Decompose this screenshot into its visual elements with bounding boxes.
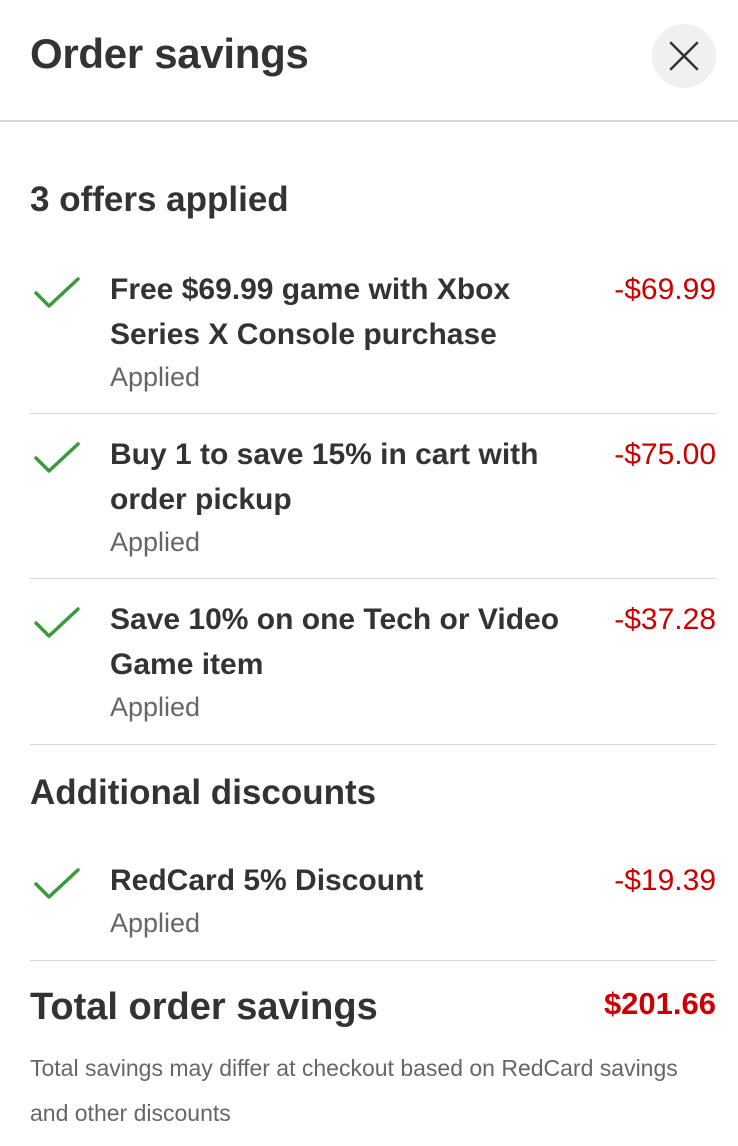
offer-title: Save 10% on one Tech or Video Game item <box>110 603 560 681</box>
dialog-header: Order savings <box>0 0 738 122</box>
total-savings-label: Total order savings <box>30 986 378 1028</box>
offer-amount: -$69.99 <box>614 273 716 306</box>
close-icon <box>669 41 699 71</box>
dialog-title: Order savings <box>30 30 309 77</box>
checkmark-icon <box>34 277 80 308</box>
offer-title: Free $69.99 game with Xbox Series X Cons… <box>110 273 511 351</box>
discount-status: Applied <box>110 908 201 938</box>
offer-status: Applied <box>110 527 201 557</box>
total-savings-amount: $201.66 <box>603 986 716 1021</box>
offer-amount: -$75.00 <box>614 438 716 471</box>
additional-discounts-heading: Additional discounts <box>30 773 377 812</box>
offer-item: Save 10% on one Tech or Video Game item … <box>30 597 716 745</box>
discount-item: RedCard 5% Discount Applied -$19.39 <box>30 858 716 961</box>
checkmark-icon <box>34 607 80 638</box>
offers-applied-heading: 3 offers applied <box>30 180 289 219</box>
offer-title: Buy 1 to save 15% in cart with order pic… <box>110 438 539 516</box>
offer-status: Applied <box>110 692 201 722</box>
offer-amount: -$37.28 <box>614 603 716 636</box>
order-savings-dialog: Order savings 3 offers applied Free $69.… <box>0 0 738 1146</box>
savings-disclaimer: Total savings may differ at checkout bas… <box>30 1055 678 1126</box>
offer-item: Free $69.99 game with Xbox Series X Cons… <box>30 267 716 414</box>
checkmark-icon <box>34 442 80 473</box>
offer-item: Buy 1 to save 15% in cart with order pic… <box>30 432 716 579</box>
discount-title: RedCard 5% Discount <box>110 864 424 897</box>
close-button[interactable] <box>652 24 716 88</box>
checkmark-icon <box>34 868 80 899</box>
discount-amount: -$19.39 <box>614 864 716 897</box>
offer-status: Applied <box>110 362 201 392</box>
